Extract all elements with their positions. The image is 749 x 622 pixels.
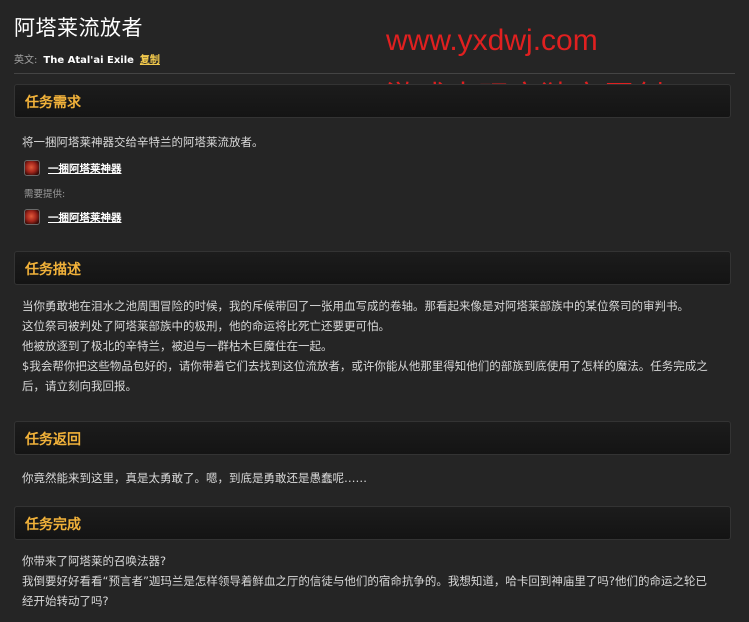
section-requirements-header: 任务需求: [14, 84, 731, 118]
english-name-line: 英文: The Atal'ai Exile 复制: [14, 51, 160, 66]
title-divider: [14, 73, 735, 74]
english-label: 英文:: [14, 55, 38, 66]
description-line: 后，请立刻向我回报。: [22, 379, 137, 393]
complete-line: 经开始转动了吗?: [22, 594, 109, 608]
section-return-title: 任务返回: [25, 432, 81, 448]
provided-item-link[interactable]: 一捆阿塔莱神器: [48, 210, 122, 225]
artifact-icon: [24, 160, 40, 176]
required-item-row[interactable]: 一捆阿塔莱神器: [24, 159, 122, 177]
description-line: 他被放逐到了极北的辛特兰，被迫与一群枯木巨魔住在一起。: [22, 339, 333, 353]
complete-line: 我倒要好好看看“预言者”迦玛兰是怎样领导着鲜血之厅的信徒与他们的宿命抗争的。我想…: [22, 574, 708, 588]
requirements-text: 将一捆阿塔莱神器交给辛特兰的阿塔莱流放者。: [22, 135, 264, 149]
section-description-header: 任务描述: [14, 251, 731, 285]
page-title: 阿塔莱流放者: [14, 16, 143, 40]
description-text: 当你勇敢地在泪水之池周围冒险的时候，我的斥候带回了一张用血写成的卷轴。那看起来像…: [22, 296, 734, 396]
watermark-url: www.yxdwj.com: [386, 24, 598, 57]
quest-page: 阿塔莱流放者 英文: The Atal'ai Exile 复制 www.yxdwj.…: [0, 0, 749, 622]
complete-text: 你带来了阿塔莱的召唤法器? 我倒要好好看看“预言者”迦玛兰是怎样领导着鲜血之厅的…: [22, 551, 734, 611]
provided-item-row[interactable]: 一捆阿塔莱神器: [24, 208, 122, 226]
section-return-header: 任务返回: [14, 421, 731, 455]
copy-link[interactable]: 复制: [140, 55, 160, 66]
english-name: The Atal'ai Exile: [43, 55, 134, 66]
description-line: $我会帮你把这些物品包好的，请你带着它们去找到这位流放者，或许你能从他那里得知他…: [22, 359, 708, 373]
section-description-title: 任务描述: [25, 262, 81, 278]
required-item-link[interactable]: 一捆阿塔莱神器: [48, 161, 122, 176]
description-line: 这位祭司被判处了阿塔莱部族中的极刑，他的命运将比死亡还要更可怕。: [22, 319, 390, 333]
return-text: 你竟然能来到这里，真是太勇敢了。嗯，到底是勇敢还是愚蠢呢……: [22, 471, 367, 485]
complete-line: 你带来了阿塔莱的召唤法器?: [22, 554, 167, 568]
section-requirements-title: 任务需求: [25, 95, 81, 111]
description-line: 当你勇敢地在泪水之池周围冒险的时候，我的斥候带回了一张用血写成的卷轴。那看起来像…: [22, 299, 689, 313]
section-complete-title: 任务完成: [25, 517, 81, 533]
artifact-icon: [24, 209, 40, 225]
section-complete-header: 任务完成: [14, 506, 731, 540]
provided-label: 需要提供:: [24, 189, 66, 200]
